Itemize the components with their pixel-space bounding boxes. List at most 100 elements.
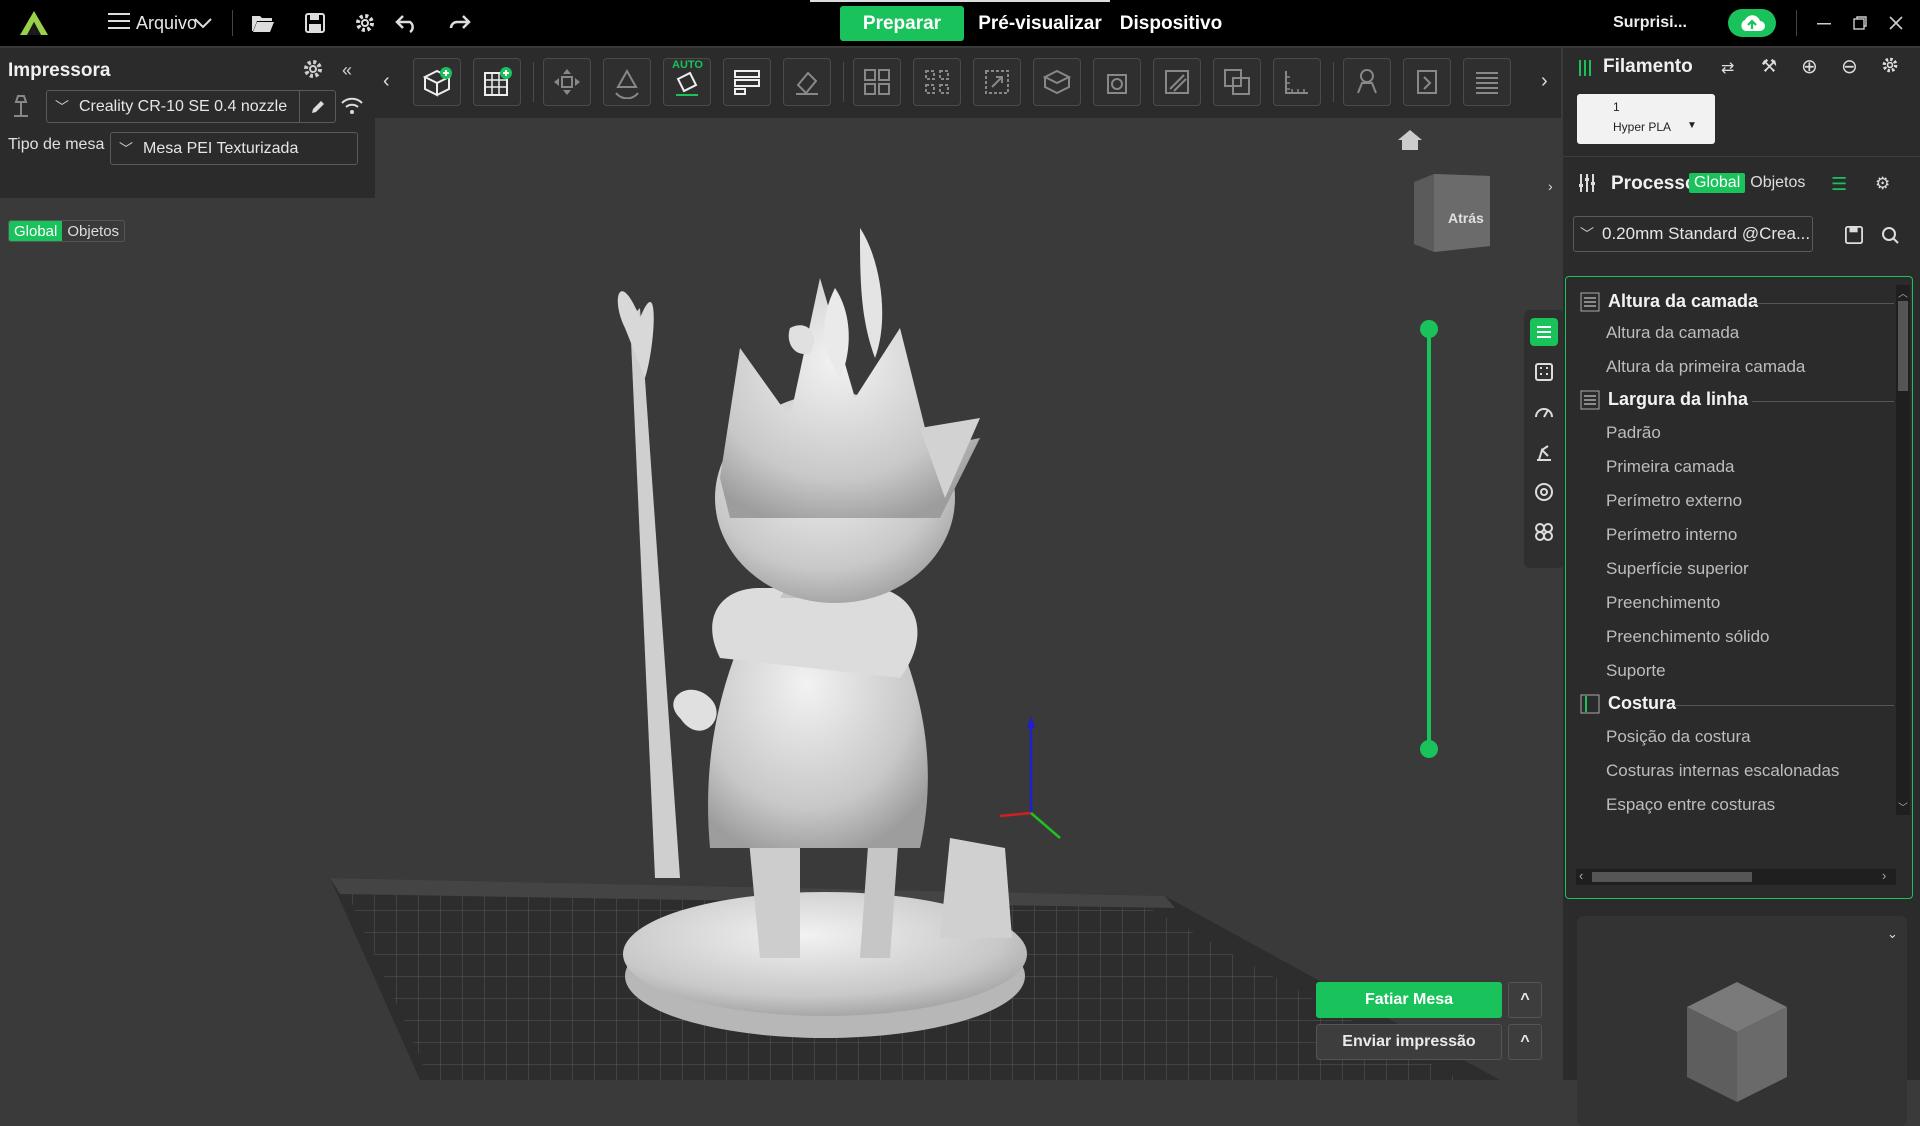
auto-arrange-tool[interactable]: AUTO (663, 58, 711, 106)
section-line-width[interactable]: Largura da linha (1580, 389, 1748, 410)
setting-top-surface-width[interactable]: Superfície superior (1606, 559, 1749, 579)
settings-list[interactable]: Altura da camada Altura da camada Altura… (1565, 276, 1913, 899)
lay-on-face-tool[interactable] (783, 58, 831, 106)
process-compare-icon[interactable]: ⚙ (1875, 174, 1890, 194)
hollow-tool[interactable] (1093, 58, 1141, 106)
printer-icon (10, 92, 34, 120)
filament-slot[interactable]: 1 Hyper PLA ▼ (1577, 94, 1715, 144)
viewport-3d[interactable] (0, 118, 1563, 1080)
setting-first-layer-width[interactable]: Primeira camada (1606, 457, 1735, 477)
others-tab-icon[interactable] (1530, 478, 1558, 506)
scroll-left-icon[interactable]: ‹ (383, 70, 390, 93)
measure-tool[interactable] (1273, 58, 1321, 106)
filament-sync-icon[interactable]: ⇄ (1721, 58, 1734, 78)
orient-tool[interactable] (543, 58, 591, 106)
multimaterial-tab-icon[interactable] (1530, 518, 1558, 546)
cloud-upload-button[interactable] (1726, 0, 1778, 46)
setting-solid-infill-width[interactable]: Preenchimento sólido (1606, 627, 1769, 647)
support-tab-icon[interactable] (1530, 438, 1558, 466)
scroll-right-icon[interactable]: › (1541, 70, 1548, 93)
preview-cube-icon (1687, 982, 1787, 1102)
boolean-tool[interactable] (1213, 58, 1261, 106)
tab-device[interactable]: Dispositivo (1118, 6, 1224, 41)
add-object-tool[interactable] (413, 58, 461, 106)
add-plate-icon (484, 67, 512, 96)
section-layer-height[interactable]: Altura da camada (1580, 291, 1758, 312)
collapse-panel-icon[interactable]: « (342, 60, 352, 81)
cut-tool[interactable] (1033, 58, 1081, 106)
setting-infill-width[interactable]: Preenchimento (1606, 593, 1720, 613)
support-paint-tool[interactable] (1343, 58, 1391, 106)
undo-icon[interactable] (392, 0, 422, 46)
save-icon[interactable] (300, 0, 330, 46)
section-seam[interactable]: Costura (1580, 693, 1676, 714)
speed-tab-icon[interactable] (1530, 398, 1558, 426)
user-account[interactable]: Surprisi... (1610, 0, 1690, 46)
tab-prepare[interactable]: Preparar (840, 6, 964, 41)
setting-support-width[interactable]: Suporte (1606, 661, 1666, 681)
save-preset-icon[interactable] (1845, 226, 1865, 246)
setting-layer-height[interactable]: Altura da camada (1606, 323, 1739, 343)
minimize-button[interactable] (1808, 0, 1840, 46)
slider-top-handle[interactable] (1420, 320, 1438, 338)
settings-vertical-scrollbar[interactable]: ︿ ﹀ (1896, 285, 1910, 815)
view-cube[interactable]: Atrás (1410, 170, 1494, 254)
setting-inner-wall-width[interactable]: Perímetro interno (1606, 525, 1737, 545)
scroll-left-arrow-icon[interactable]: ‹ (1579, 868, 1583, 883)
auto-orient-tool[interactable] (603, 58, 651, 106)
strength-tab-icon[interactable] (1530, 358, 1558, 386)
expand-preview-icon[interactable]: ⌄ (1887, 926, 1898, 942)
chevron-down-icon: ﹀ (55, 98, 69, 115)
filament-edit-icon[interactable]: ⚒ (1761, 56, 1777, 77)
send-print-button[interactable]: Enviar impressão (1316, 1024, 1502, 1060)
right-panel-collapse-icon[interactable]: › (1548, 178, 1553, 194)
tab-preview[interactable]: Pré-visualizar (975, 6, 1105, 41)
layer-height-icon (1580, 292, 1600, 311)
redo-icon[interactable] (444, 0, 474, 46)
add-plate-tool[interactable] (473, 58, 521, 106)
seam-paint-tool[interactable] (1403, 58, 1451, 106)
layer-slider[interactable] (1420, 320, 1438, 760)
quality-tab-icon[interactable] (1530, 318, 1558, 346)
process-advanced-toggle-icon[interactable]: ☰ (1831, 174, 1847, 195)
process-scope-objects[interactable]: Objetos (1745, 173, 1810, 193)
setting-outer-wall-width[interactable]: Perímetro externo (1606, 491, 1742, 511)
remove-filament-icon[interactable]: ⊖ (1841, 54, 1858, 79)
setting-first-layer-height[interactable]: Altura da primeira camada (1606, 357, 1805, 377)
setting-seam-position[interactable]: Posição da costura (1606, 727, 1751, 747)
process-preset-select[interactable]: ﹀ 0.20mm Standard @Crea... (1573, 216, 1813, 252)
setting-staggered-seams[interactable]: Costuras internas escalonadas (1606, 761, 1839, 781)
scroll-down-icon[interactable]: ﹀ (1898, 799, 1908, 814)
slice-plate-button[interactable]: Fatiar Mesa (1316, 982, 1502, 1018)
restore-button[interactable] (1844, 0, 1876, 46)
layout-tool[interactable] (723, 58, 771, 106)
scale-icon (985, 70, 1009, 94)
setting-default-width[interactable]: Padrão (1606, 423, 1661, 443)
scroll-right-arrow-icon[interactable]: › (1882, 868, 1886, 883)
gear-icon[interactable] (350, 0, 380, 46)
paint-tool[interactable] (1153, 58, 1201, 106)
scale-tool[interactable] (973, 58, 1021, 106)
slice-options-chevron-icon[interactable]: ^ (1508, 982, 1542, 1018)
send-options-chevron-icon[interactable]: ^ (1508, 1024, 1542, 1060)
add-filament-icon[interactable]: ⊕ (1801, 54, 1818, 79)
close-button[interactable] (1880, 0, 1912, 46)
move-arrows-icon (554, 69, 580, 95)
process-scope-global[interactable]: Global (1689, 173, 1746, 193)
slider-bottom-handle[interactable] (1420, 740, 1438, 758)
home-view-icon[interactable] (1396, 128, 1426, 154)
variable-layer-tool[interactable] (1463, 58, 1511, 106)
open-folder-icon[interactable] (248, 0, 278, 46)
settings-horizontal-scrollbar[interactable]: ‹ › (1576, 868, 1896, 885)
auto-label: AUTO (672, 59, 703, 71)
printer-settings-gear-icon[interactable] (302, 58, 326, 82)
split-objects-tool[interactable] (853, 58, 901, 106)
setting-seam-gap[interactable]: Espaço entre costuras (1606, 795, 1775, 815)
split-parts-tool[interactable] (913, 58, 961, 106)
section-title: Altura da camada (1608, 291, 1759, 311)
filament-settings-gear-icon[interactable] (1881, 56, 1901, 76)
wifi-icon[interactable] (340, 96, 366, 118)
chevron-down-icon[interactable] (188, 0, 218, 46)
scroll-up-icon[interactable]: ︿ (1898, 285, 1908, 300)
search-icon[interactable] (1881, 226, 1901, 246)
